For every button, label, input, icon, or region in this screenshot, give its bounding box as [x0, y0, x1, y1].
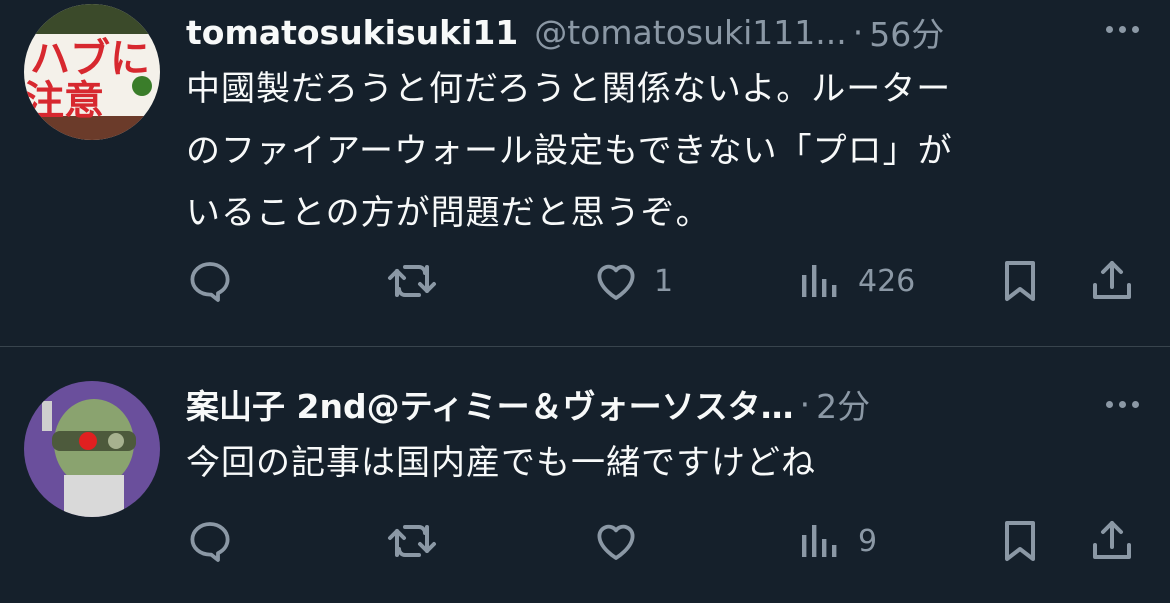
more-icon[interactable]: [1092, 384, 1152, 424]
tweet[interactable]: ハブに 注意 tomatosukisuki11 @tomatosuki111..…: [0, 0, 1170, 346]
more-icon[interactable]: [1092, 9, 1152, 49]
tweet-text: 中國製だろうと何だろうと関係ないよ。ルーター のファイアーウォール設定もできない…: [186, 58, 1146, 244]
reply-icon: [190, 262, 230, 302]
avatar[interactable]: ハブに 注意: [24, 4, 160, 140]
display-name[interactable]: 案山子 2nd@ティミー＆ヴォーソスタ…: [186, 380, 794, 428]
like-icon: [597, 524, 635, 560]
views-icon: [802, 265, 837, 297]
views-count: 426: [858, 263, 916, 299]
separator-dot: ·: [852, 12, 864, 52]
display-name[interactable]: tomatosukisuki11: [186, 13, 518, 52]
avatar[interactable]: [24, 381, 160, 517]
retweet-button[interactable]: [385, 517, 439, 565]
action-bar: 9: [0, 512, 1170, 572]
avatar-text-line2: 注意: [24, 78, 104, 124]
avatar-text-line1: ハブに: [30, 36, 150, 82]
tweet-text-line: 今回の記事は国内産でも一緒ですけどね: [186, 443, 816, 483]
views-button[interactable]: 9: [796, 517, 877, 565]
share-icon: [1093, 521, 1131, 559]
bookmark-icon: [1005, 521, 1035, 561]
tweet-text-line: いることの方が問題だと思うぞ。: [186, 193, 711, 233]
reply-button[interactable]: [186, 257, 234, 305]
like-button[interactable]: [592, 517, 640, 565]
views-icon: [802, 525, 837, 557]
separator-dot: ·: [799, 384, 811, 424]
tweet-text: 今回の記事は国内産でも一緒ですけどね: [186, 432, 1146, 494]
tweet-text-line: 中國製だろうと何だろうと関係ないよ。ルーター: [186, 69, 952, 109]
share-button[interactable]: [1088, 517, 1136, 565]
timestamp[interactable]: 56分: [869, 8, 944, 56]
views-button[interactable]: 426: [796, 257, 915, 305]
like-icon: [597, 264, 635, 300]
tweet-text-line: のファイアーウォール設定もできない「プロ」が: [186, 131, 953, 171]
timestamp[interactable]: 2分: [816, 380, 870, 428]
retweet-icon: [388, 525, 436, 557]
bookmark-button[interactable]: [996, 257, 1044, 305]
views-count: 9: [858, 523, 878, 559]
share-icon: [1093, 261, 1131, 299]
bookmark-icon: [1005, 261, 1035, 301]
reply-button[interactable]: [186, 517, 234, 565]
share-button[interactable]: [1088, 257, 1136, 305]
like-count: 1: [654, 263, 674, 299]
reply-icon: [190, 522, 230, 562]
tweet[interactable]: 案山子 2nd@ティミー＆ヴォーソスタ… · 2分 今回の記事は国内産でも一緒で…: [0, 347, 1170, 603]
like-button[interactable]: 1: [592, 257, 673, 305]
user-handle[interactable]: @tomatosuki111...: [534, 13, 846, 52]
retweet-button[interactable]: [385, 257, 439, 305]
bookmark-button[interactable]: [996, 517, 1044, 565]
retweet-icon: [388, 265, 436, 297]
action-bar: 1 426: [0, 252, 1170, 312]
